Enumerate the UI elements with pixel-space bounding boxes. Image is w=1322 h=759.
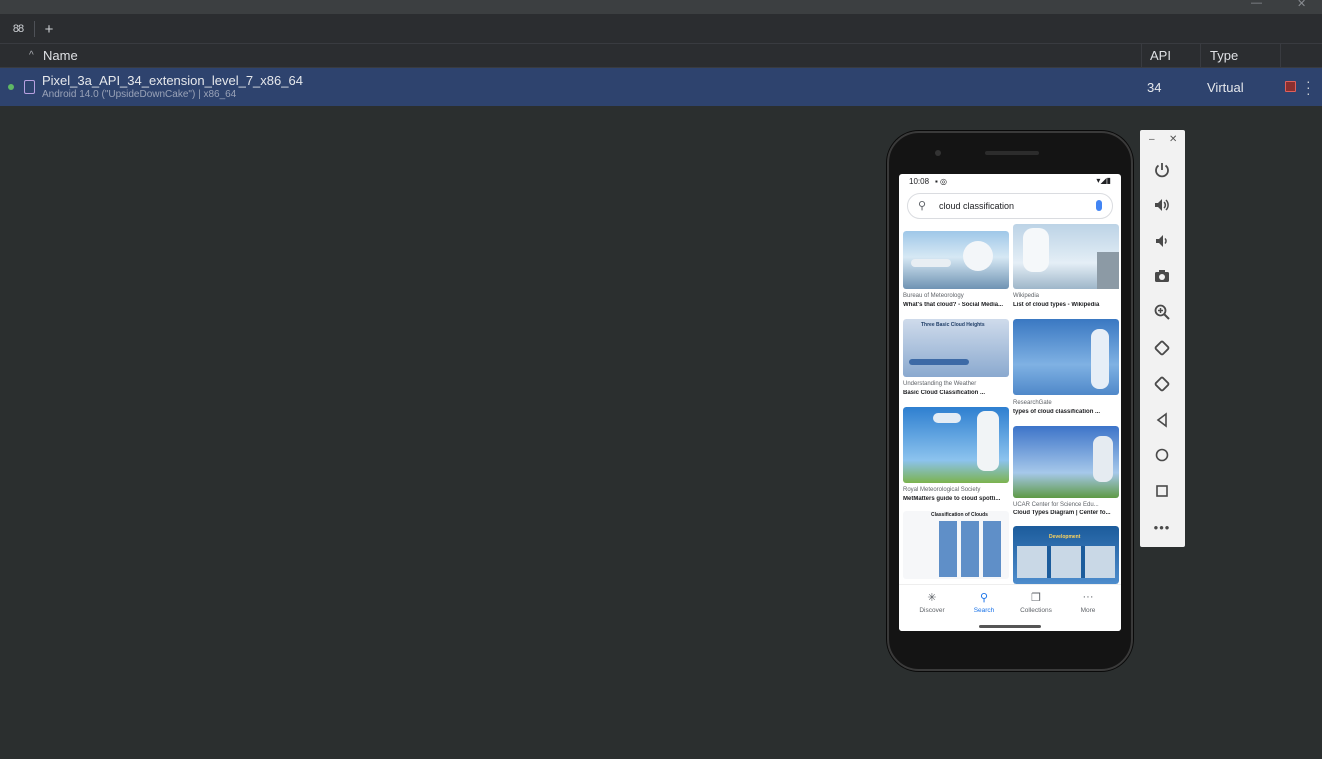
status-bar: 10:08 ▪ ◎ ▾◢▮ [899,174,1121,190]
result-thumbnail [1013,224,1119,289]
result-source: Royal Meteorological Society [903,487,981,493]
result-caption: What's that cloud? - Social Media... [903,302,1004,308]
more-icon[interactable]: ••• [1147,514,1177,540]
column-divider [1200,44,1201,68]
notification-icons: ▪ ◎ [935,177,948,186]
result-source: Wikipedia [1013,293,1040,299]
microphone-icon[interactable] [1096,200,1102,211]
emulator-phone-frame: 10:08 ▪ ◎ ▾◢▮ ⚲ cloud classification Bur… [887,131,1133,671]
device-manager-toolbar: 88 + [0,14,1322,44]
sort-ascending-icon[interactable]: ^ [29,50,34,61]
more-icon: ··· [1082,591,1094,603]
stop-icon[interactable] [1285,81,1296,92]
nav-more[interactable]: ··· More [1063,591,1113,614]
gesture-handle[interactable] [979,625,1041,628]
front-camera [935,150,941,156]
nav-label: Search [973,607,995,614]
device-table-header: ^ Name API Type [0,44,1322,68]
toolbar-divider [34,21,35,37]
phone-screen[interactable]: 10:08 ▪ ◎ ▾◢▮ ⚲ cloud classification Bur… [899,174,1121,631]
image-result[interactable]: Wikipedia List of cloud types - Wikipedi… [1013,224,1119,313]
device-group-icon[interactable]: 88 [8,19,28,39]
search-icon: ⚲ [918,200,927,212]
result-thumbnail [1013,319,1119,395]
result-thumbnail: Classification of Clouds [903,511,1009,579]
thumbnail-title: Development [1049,534,1081,540]
column-header-name[interactable]: Name [43,48,78,63]
image-result[interactable]: Classification of Clouds [903,511,1009,584]
result-source: Understanding the Weather [903,381,977,387]
result-caption: types of cloud classification ... [1013,409,1101,415]
image-result[interactable]: UCAR Center for Science Edu... Cloud Typ… [1013,426,1119,518]
nav-collections[interactable]: ❐ Collections [1011,591,1061,614]
column-header-type[interactable]: Type [1210,48,1238,63]
result-source: UCAR Center for Science Edu... [1013,502,1099,508]
image-result[interactable]: Three Basic Cloud Heights Understanding … [903,319,1009,401]
power-icon[interactable] [1147,157,1177,183]
image-result[interactable]: Bureau of Meteorology What's that cloud?… [903,231,1009,313]
device-subtitle: Android 14.0 ("UpsideDownCake") | x86_64 [42,89,237,100]
collections-icon: ❐ [1031,592,1041,604]
nav-label: Discover [919,607,945,614]
result-thumbnail [1013,426,1119,498]
signal-battery-icons: ▾◢▮ [1096,176,1111,185]
device-api: 34 [1147,80,1162,95]
close-button[interactable]: ✕ [1297,0,1306,10]
thumbnail-title: Three Basic Cloud Heights [921,322,985,328]
thumbnail-title: Classification of Clouds [931,512,988,518]
result-caption: List of cloud types - Wikipedia [1013,302,1100,308]
more-actions-icon[interactable]: · · · [1306,74,1311,100]
column-divider [1280,44,1281,68]
search-icon: ⚲ [979,592,989,604]
emulator-side-toolbar: – ✕ ••• [1140,130,1185,547]
result-caption: MetMatters guide to cloud spotti... [903,496,1001,502]
volume-up-icon[interactable] [1147,192,1177,218]
image-result[interactable]: Development [1013,526,1119,584]
volume-down-icon[interactable] [1147,228,1177,254]
rotate-right-icon[interactable] [1147,371,1177,397]
earpiece-speaker [985,151,1039,155]
nav-label: Collections [1020,607,1052,614]
nav-search[interactable]: ⚲ Search [959,591,1009,614]
image-result[interactable]: Royal Meteorological Society MetMatters … [903,407,1009,507]
emulator-close-icon[interactable]: ✕ [1169,134,1177,145]
result-caption: Basic Cloud Classification ... [903,390,986,396]
device-name: Pixel_3a_API_34_extension_level_7_x86_64 [42,73,303,88]
result-source: ResearchGate [1013,400,1052,406]
minimize-button[interactable]: — [1251,0,1262,9]
emulator-window-controls: – ✕ [1140,134,1185,148]
home-icon[interactable] [1147,442,1177,468]
nav-label: More [1080,607,1096,614]
camera-icon[interactable] [1147,263,1177,289]
nav-discover[interactable]: ✳ Discover [907,591,957,614]
discover-icon: ✳ [927,592,937,604]
bottom-navigation: ✳ Discover ⚲ Search ❐ Collections ··· Mo… [899,584,1121,631]
back-icon[interactable] [1147,407,1177,433]
running-status-icon [8,84,14,90]
result-source: Bureau of Meteorology [903,293,964,299]
result-thumbnail [903,231,1009,289]
overview-icon[interactable] [1147,478,1177,504]
phone-device-icon [24,80,35,94]
status-time: 10:08 [909,177,930,186]
result-thumbnail: Development [1013,526,1119,584]
window-titlebar: — ✕ [0,0,1322,14]
result-thumbnail: Three Basic Cloud Heights [903,319,1009,377]
search-bar[interactable]: ⚲ cloud classification [907,193,1113,219]
search-query[interactable]: cloud classification [939,201,1014,211]
column-header-api[interactable]: API [1150,48,1171,63]
zoom-icon[interactable] [1147,299,1177,325]
result-thumbnail [903,407,1009,483]
rotate-left-icon[interactable] [1147,335,1177,361]
device-type: Virtual [1207,80,1244,95]
image-result[interactable]: ResearchGate types of cloud classificati… [1013,319,1119,420]
add-device-button[interactable]: + [39,19,59,39]
result-caption: Cloud Types Diagram | Center fo... [1013,510,1111,516]
emulator-minimize-icon[interactable]: – [1149,134,1155,145]
column-divider [1141,44,1142,68]
table-row[interactable]: Pixel_3a_API_34_extension_level_7_x86_64… [0,68,1322,106]
